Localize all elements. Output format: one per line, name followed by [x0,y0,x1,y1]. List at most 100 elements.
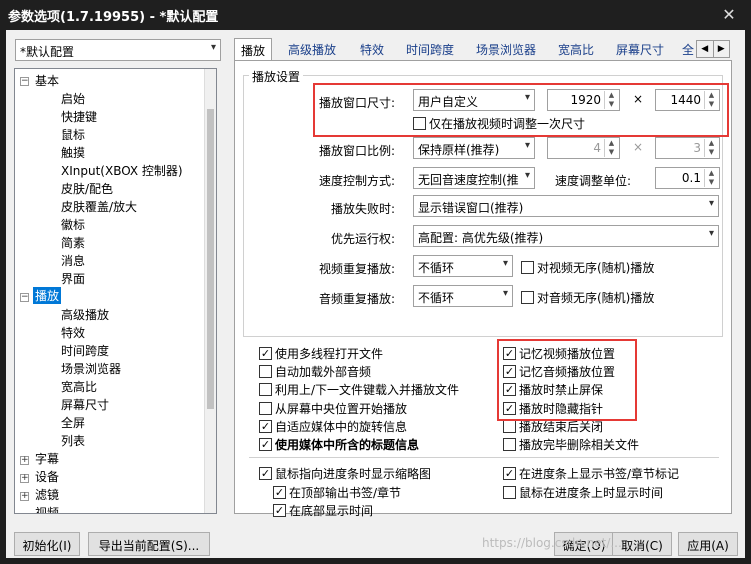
tree-item-play[interactable]: 播放 [33,287,62,304]
tab-scroll[interactable]: ◀ ▶ [696,40,730,58]
tree-item[interactable]: 界面 [61,270,85,287]
thumb-top-checkbox[interactable]: ✓ 在顶部输出书签/章节 [273,484,401,501]
thumb-bottom-checkbox[interactable]: ✓ 在底部显示时间 [273,502,373,519]
video-repeat-combo[interactable]: 不循环 ▾ [413,255,513,277]
thumbnail-checkbox[interactable]: ✓ 鼠标指向进度条时显示缩略图 [259,465,431,482]
option-label: 从屏幕中央位置开始播放 [275,402,408,416]
expand-icon[interactable]: + [20,474,29,483]
speed-combo[interactable]: 无回音速度控制(推 ▾ [413,167,535,189]
tree-item[interactable]: 全屏 [61,414,85,431]
tree-item[interactable]: 快捷键 [61,108,97,125]
tree-item[interactable]: 特效 [61,324,85,341]
fail-combo[interactable]: 显示错误窗口(推荐) ▾ [413,195,719,217]
checkbox-box[interactable]: ✓ [259,467,272,480]
ratio-w-spinner[interactable]: 4 ▲ ▼ [547,137,620,159]
tree-item[interactable]: 高级播放 [61,306,109,323]
tree-item-basic[interactable]: 基本 [35,72,59,89]
checkbox-box[interactable] [521,291,534,304]
tree-item[interactable]: 皮肤/配色 [61,180,113,197]
expand-icon[interactable]: + [20,456,29,465]
speed-label: 速度控制方式: [319,174,396,188]
checkbox-box[interactable] [259,365,272,378]
tree-item[interactable]: XInput(XBOX 控制器) [61,162,183,179]
option-checkbox[interactable]: 播放完毕删除相关文件 [503,436,639,453]
tab-play[interactable]: 播放 [234,38,273,61]
close-icon[interactable]: ✕ [719,5,739,25]
arrow-right-icon[interactable]: ▶ [712,41,730,57]
bookmark-checkbox[interactable]: ✓ 在进度条上显示书签/章节标记 [503,465,679,482]
checkbox-box[interactable]: ✓ [259,420,272,433]
tab-page: 播放设置 播放窗口尺寸: 用户自定义 ▾ 1920 ▲ ▼ × 1440 ▲ ▼ 仅在播放… [234,60,732,518]
spin-arrows-icon[interactable]: ▲ ▼ [704,139,718,157]
tree-item[interactable]: 列表 [61,432,85,449]
option-checkbox[interactable]: ✓ 使用多线程打开文件 [259,345,383,362]
tree-item-filter[interactable]: 滤镜 [35,486,59,503]
audio-repeat-combo[interactable]: 不循环 ▾ [413,285,513,307]
expand-icon[interactable]: + [20,492,29,501]
checkbox-box[interactable] [503,420,516,433]
checkbox-box[interactable]: ✓ [273,486,286,499]
tree-item[interactable]: 皮肤覆盖/放大 [61,198,137,215]
tab-timespan[interactable]: 时间跨度 [400,38,460,60]
profile-combo[interactable]: *默认配置 ▾ [15,39,221,61]
fail-label: 播放失败时: [331,202,396,216]
tab-advanced-play[interactable]: 高级播放 [282,38,342,60]
spin-arrows-icon[interactable]: ▲ ▼ [704,169,718,187]
tab-screen-size[interactable]: 屏幕尺寸 [610,38,670,60]
audio-random-checkbox[interactable]: 对音频无序(随机)播放 [521,289,654,306]
collapse-icon[interactable]: − [20,77,29,86]
option-checkbox[interactable]: ✓ 自适应媒体中的旋转信息 [259,418,407,435]
tree-item[interactable]: 时间跨度 [61,342,109,359]
checkbox-box[interactable] [521,261,534,274]
video-random-checkbox[interactable]: 对视频无序(随机)播放 [521,259,654,276]
tree-item[interactable]: 宽高比 [61,378,97,395]
tree-scrollbar[interactable] [204,69,216,513]
tab-aspect[interactable]: 宽高比 [552,38,600,60]
tree-item-device[interactable]: 设备 [35,468,59,485]
checkbox-box[interactable] [259,383,272,396]
checkbox-box[interactable]: ✓ [273,504,286,517]
title-bar: 参数选项(1.7.19955) - *默认配置 ✕ [0,0,751,30]
arrow-left-icon[interactable]: ◀ [697,41,713,57]
priority-combo[interactable]: 高配置: 高优先级(推荐) ▾ [413,225,719,247]
time-label: 鼠标在进度条上时显示时间 [519,486,664,500]
option-checkbox[interactable]: 从屏幕中央位置开始播放 [259,400,407,417]
checkbox-box[interactable] [259,402,272,415]
tree-item[interactable]: 消息 [61,252,85,269]
export-button[interactable]: 导出当前配置(S)... [88,532,210,556]
checkbox-box[interactable]: ✓ [503,467,516,480]
tree-item-video[interactable]: 视频 [35,504,59,513]
tab-effects[interactable]: 特效 [354,38,390,60]
checkbox-box[interactable] [503,486,516,499]
speed-unit-label: 速度调整单位: [555,174,632,188]
checkbox-box[interactable]: ✓ [259,438,272,451]
tree-item[interactable]: 触摸 [61,144,85,161]
collapse-icon[interactable]: − [20,293,29,302]
tree-item[interactable]: 简素 [61,234,85,251]
tree-item-subtitle[interactable]: 字幕 [35,450,59,467]
bookmark-label: 在进度条上显示书签/章节标记 [519,467,680,481]
option-checkbox[interactable]: ✓ 使用媒体中所含的标题信息 [259,436,419,453]
tree-item[interactable]: 场景浏览器 [61,360,121,377]
ratio-combo[interactable]: 保持原样(推荐) ▾ [413,137,535,159]
tree-item[interactable]: 屏幕尺寸 [61,396,109,413]
option-label: 使用媒体中所含的标题信息 [275,438,420,452]
apply-button[interactable]: 应用(A) [678,532,738,556]
checkbox-box[interactable]: ✓ [259,347,272,360]
time-checkbox[interactable]: 鼠标在进度条上时显示时间 [503,484,663,501]
scrollbar-thumb[interactable] [207,109,214,409]
tree-item[interactable]: 徽标 [61,216,85,233]
init-button[interactable]: 初始化(I) [14,532,80,556]
tab-scene-browser[interactable]: 场景浏览器 [470,38,542,60]
ratio-h-spinner[interactable]: 3 ▲ ▼ [655,137,720,159]
video-random-label: 对视频无序(随机)播放 [537,261,655,275]
spin-arrows-icon[interactable]: ▲ ▼ [604,139,618,157]
option-checkbox[interactable]: 利用上/下一文件键载入并播放文件 [259,381,459,398]
option-checkbox[interactable]: 自动加载外部音频 [259,363,371,380]
tree-item[interactable]: 鼠标 [61,126,85,143]
tree-item[interactable]: 启始 [61,90,85,107]
divider [249,457,719,458]
category-tree[interactable]: − 基本 启始 快捷键 鼠标 触摸 XInput(XBOX 控制器) 皮肤/配色… [14,68,217,514]
speed-unit-spinner[interactable]: 0.1 ▲ ▼ [655,167,720,189]
checkbox-box[interactable] [503,438,516,451]
